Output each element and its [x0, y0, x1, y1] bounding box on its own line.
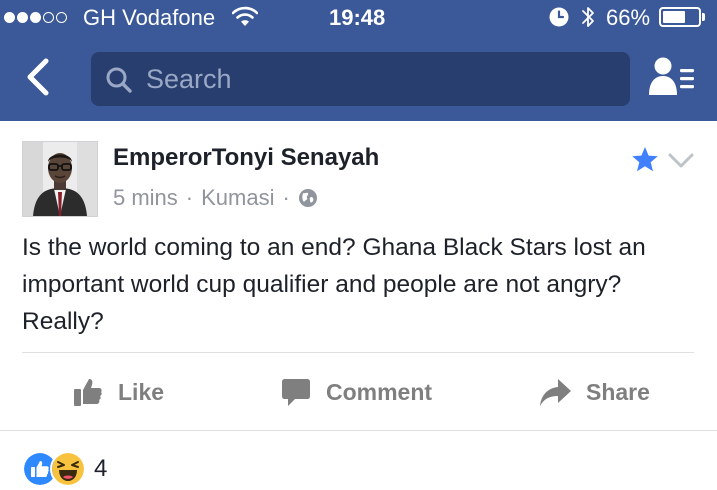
post-meta: 5 mins · Kumasi · — [113, 185, 318, 211]
carrier-name: GH Vodafone — [83, 5, 216, 30]
friend-requests-button[interactable] — [645, 55, 697, 101]
favorite-star-button[interactable] — [630, 145, 660, 175]
share-button[interactable]: Share — [538, 370, 650, 414]
search-icon — [106, 67, 132, 93]
comment-label: Comment — [326, 378, 433, 405]
top-bar: GH Vodafone 19:48 66% Search — [0, 0, 717, 121]
search-placeholder: Search — [146, 64, 232, 94]
author-avatar[interactable] — [22, 141, 98, 217]
battery-level — [663, 11, 685, 23]
post-text: Is the world coming to an end? Ghana Bla… — [22, 234, 646, 335]
like-label: Like — [118, 378, 165, 405]
meta-separator: · — [185, 185, 194, 210]
post-location[interactable]: Kumasi — [201, 185, 274, 211]
star-icon — [632, 147, 658, 172]
haha-icon — [50, 451, 86, 487]
chevron-down-icon — [668, 153, 694, 168]
battery-icon — [659, 7, 701, 27]
post-options-button[interactable] — [666, 148, 696, 172]
comment-button[interactable]: Comment — [280, 370, 432, 414]
like-button[interactable]: Like — [72, 370, 164, 414]
status-bar: GH Vodafone 19:48 66% — [0, 0, 717, 36]
back-button[interactable] — [18, 55, 58, 99]
author-name[interactable]: EmperorTonyi Senayah — [113, 144, 379, 172]
battery-percent: 66% — [606, 5, 651, 30]
clock: 19:48 — [329, 5, 386, 30]
divider — [22, 352, 694, 353]
globe-icon — [298, 189, 317, 207]
reaction-count: 4 — [94, 455, 108, 482]
friend-requests-icon — [649, 57, 694, 95]
thumbs-up-icon — [74, 379, 102, 406]
reactions-summary[interactable]: 4 — [22, 451, 108, 487]
wifi-icon — [232, 6, 258, 26]
post-time[interactable]: 5 mins — [113, 185, 178, 211]
signal-strength-icon — [4, 12, 67, 23]
alarm-icon — [549, 7, 569, 27]
meta-separator: · — [282, 185, 290, 210]
comment-bubble-icon — [282, 379, 310, 406]
share-arrow-icon — [540, 379, 571, 406]
avatar-photo — [23, 142, 97, 216]
search-input[interactable]: Search — [91, 52, 630, 106]
divider — [0, 430, 717, 431]
bluetooth-icon — [582, 7, 594, 27]
share-label: Share — [586, 378, 650, 405]
